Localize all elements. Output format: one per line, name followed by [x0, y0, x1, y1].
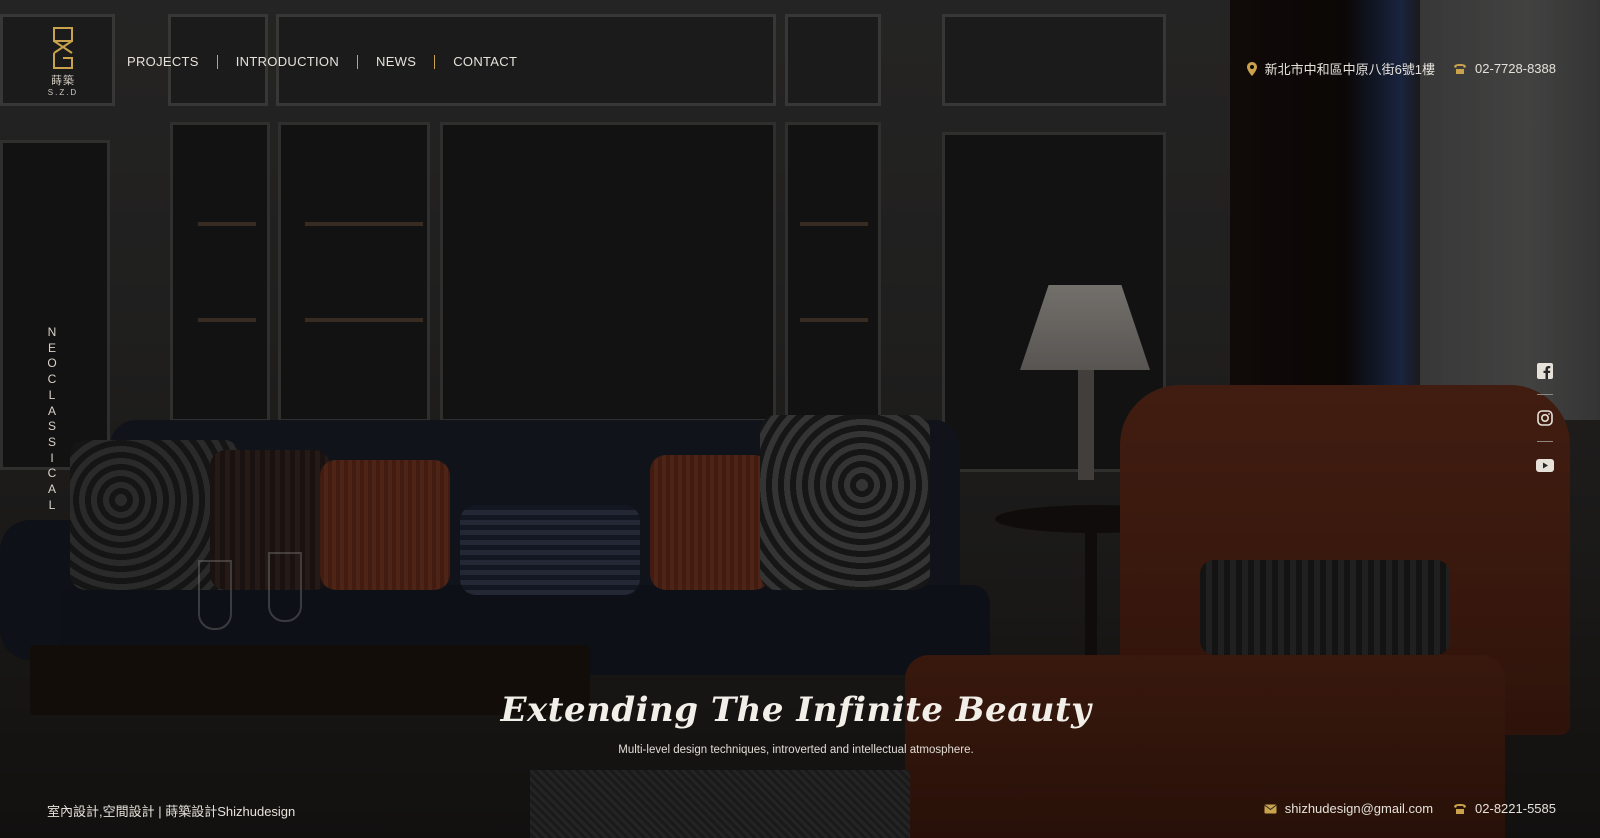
vertical-letter: S	[47, 434, 56, 449]
social-links	[1535, 362, 1555, 474]
footer-contact: shizhudesign@gmail.com 02-8221-5585	[1263, 801, 1556, 816]
vertical-letter: L	[48, 387, 56, 402]
logo-chinese-name: 蒔築	[51, 75, 75, 87]
nav-projects[interactable]: PROJECTS	[127, 54, 199, 69]
style-vertical-label: N E O C L A S S I C A L	[45, 325, 59, 513]
vertical-letter: L	[48, 497, 56, 512]
header-address[interactable]: 新北市中和區中原八街6號1樓	[1265, 59, 1435, 78]
social-divider	[1537, 394, 1553, 395]
header-contact: 新北市中和區中原八街6號1樓 02-7728-8388	[1246, 59, 1556, 78]
nav-separator	[216, 54, 218, 69]
vertical-letter: A	[47, 403, 56, 418]
facebook-icon[interactable]	[1536, 362, 1554, 380]
nav-separator	[434, 54, 436, 69]
nav-news[interactable]: NEWS	[376, 54, 416, 69]
vertical-letter: C	[47, 466, 57, 481]
footer-phone[interactable]: 02-8221-5585	[1475, 801, 1556, 816]
vertical-letter: I	[50, 450, 54, 465]
nav-contact[interactable]: CONTACT	[453, 54, 517, 69]
logo-mark-icon	[53, 27, 73, 69]
main-nav: PROJECTS INTRODUCTION NEWS CONTACT	[127, 54, 517, 69]
nav-introduction[interactable]: INTRODUCTION	[236, 54, 339, 69]
header-phone[interactable]: 02-7728-8388	[1475, 61, 1556, 76]
phone-icon	[1453, 63, 1467, 75]
phone-icon	[1453, 803, 1467, 815]
vertical-letter: S	[47, 419, 56, 434]
nav-separator	[357, 54, 359, 69]
vertical-letter: A	[47, 482, 56, 497]
vertical-letter: C	[47, 372, 57, 387]
instagram-icon[interactable]	[1536, 409, 1554, 427]
vertical-letter: O	[47, 356, 57, 371]
map-pin-icon	[1246, 61, 1257, 76]
site-logo[interactable]: 蒔築 S.Z.D	[46, 26, 80, 97]
vertical-letter: N	[47, 325, 57, 339]
footer-email[interactable]: shizhudesign@gmail.com	[1285, 801, 1433, 816]
footer-tagline[interactable]: 室內設計,空間設計 | 蒔築設計Shizhudesign	[47, 801, 295, 820]
youtube-icon[interactable]	[1536, 456, 1554, 474]
hero-title: Extending The Infinite Beauty	[500, 690, 1092, 730]
logo-english-name: S.Z.D	[47, 88, 79, 97]
social-divider	[1537, 441, 1553, 442]
hero-subtitle: Multi-level design techniques, introvert…	[618, 744, 974, 756]
vertical-letter: E	[47, 340, 56, 355]
mail-icon	[1263, 803, 1277, 814]
